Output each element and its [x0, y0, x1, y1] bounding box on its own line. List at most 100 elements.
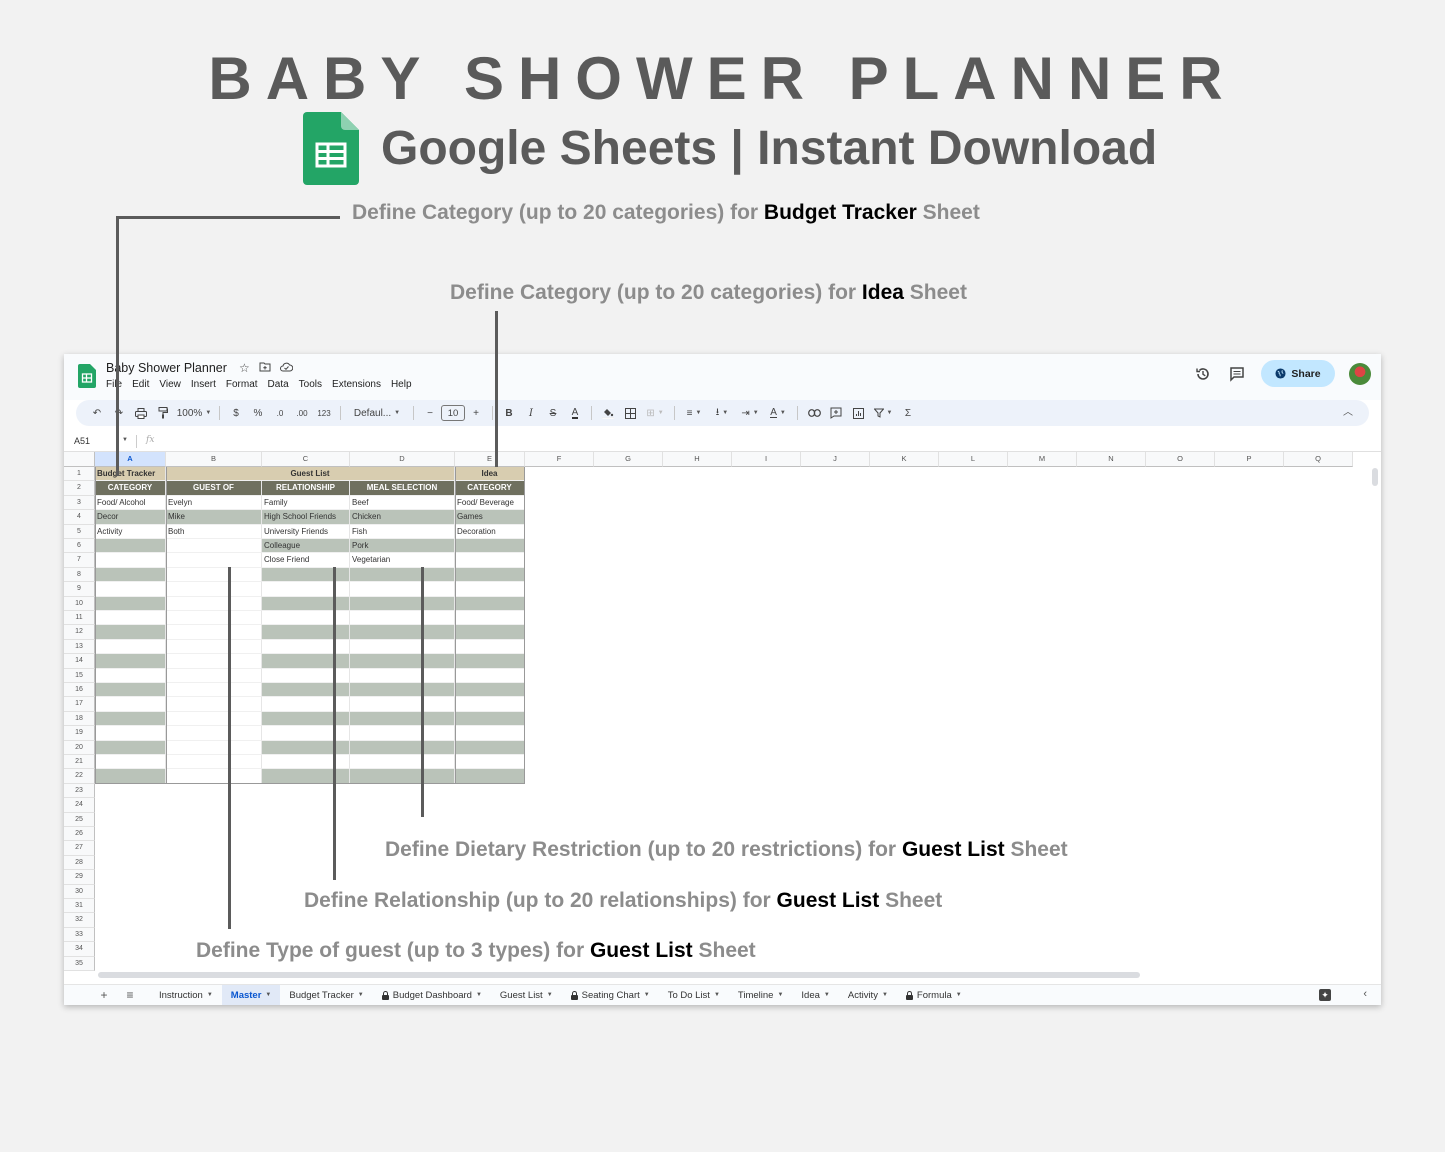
- data-cell[interactable]: [166, 611, 262, 626]
- column-header-p[interactable]: P: [1215, 452, 1284, 467]
- row-header[interactable]: 33: [64, 927, 95, 943]
- data-cell[interactable]: [166, 769, 262, 784]
- text-rotation-icon[interactable]: A ▼: [764, 403, 792, 423]
- data-cell[interactable]: [95, 639, 166, 655]
- data-cell[interactable]: [262, 697, 350, 712]
- data-cell[interactable]: [166, 582, 262, 597]
- data-cell[interactable]: Food/ Beverage: [455, 495, 525, 511]
- row-header[interactable]: 24: [64, 798, 95, 813]
- data-cell[interactable]: [95, 582, 166, 597]
- row-header[interactable]: 17: [64, 697, 95, 712]
- collapse-toolbar-icon[interactable]: ︿: [1343, 403, 1353, 418]
- data-cell[interactable]: [166, 539, 262, 554]
- menu-view[interactable]: View: [159, 379, 181, 390]
- sheet-tab-idea[interactable]: Idea ▼: [792, 985, 838, 1006]
- data-cell[interactable]: [455, 539, 525, 554]
- row-header[interactable]: 7: [64, 553, 95, 568]
- column-header-l[interactable]: L: [939, 452, 1008, 467]
- data-cell[interactable]: [166, 654, 262, 669]
- data-cell[interactable]: [455, 553, 525, 568]
- data-cell[interactable]: Pork: [350, 539, 455, 554]
- row-header[interactable]: 1: [64, 467, 95, 482]
- share-button[interactable]: Share: [1261, 360, 1335, 387]
- group-header-guest-list[interactable]: Guest List: [166, 467, 455, 482]
- data-cell[interactable]: [166, 567, 262, 583]
- data-cell[interactable]: [262, 668, 350, 683]
- document-title[interactable]: Baby Shower Planner: [106, 361, 227, 375]
- chevron-down-icon[interactable]: ▼: [265, 992, 271, 998]
- menu-help[interactable]: Help: [391, 379, 412, 390]
- currency-format-button[interactable]: $: [225, 403, 247, 423]
- column-header-o[interactable]: O: [1146, 452, 1215, 467]
- data-cell[interactable]: [262, 683, 350, 698]
- column-header-i[interactable]: I: [732, 452, 801, 467]
- data-cell[interactable]: [95, 625, 166, 640]
- column-header-n[interactable]: N: [1077, 452, 1146, 467]
- data-cell[interactable]: [262, 625, 350, 640]
- group-header-budget-tracker[interactable]: Budget Tracker: [95, 467, 166, 482]
- column-title[interactable]: CATEGORY: [455, 481, 525, 496]
- data-cell[interactable]: [95, 740, 166, 755]
- functions-icon[interactable]: Σ: [897, 403, 919, 423]
- user-avatar[interactable]: [1349, 362, 1371, 385]
- data-cell[interactable]: [455, 711, 525, 727]
- data-cell[interactable]: [262, 740, 350, 755]
- row-header[interactable]: 11: [64, 611, 95, 626]
- column-header-a[interactable]: A: [95, 452, 166, 467]
- sheet-tab-instruction[interactable]: Instruction ▼: [150, 985, 222, 1006]
- row-header[interactable]: 18: [64, 711, 95, 727]
- data-cell[interactable]: [95, 539, 166, 554]
- data-cell[interactable]: Evelyn: [166, 495, 262, 511]
- data-cell[interactable]: [350, 596, 455, 611]
- decrease-decimal-button[interactable]: .0: [269, 403, 291, 423]
- row-header[interactable]: 34: [64, 942, 95, 957]
- column-header-c[interactable]: C: [262, 452, 350, 467]
- data-cell[interactable]: [95, 697, 166, 712]
- data-cell[interactable]: [262, 755, 350, 770]
- chevron-down-icon[interactable]: ▼: [547, 992, 553, 998]
- more-formats-button[interactable]: 123: [313, 403, 335, 423]
- data-cell[interactable]: [262, 639, 350, 655]
- data-cell[interactable]: [95, 755, 166, 770]
- data-cell[interactable]: [455, 697, 525, 712]
- add-sheet-icon[interactable]: +: [94, 988, 114, 1002]
- data-cell[interactable]: [262, 567, 350, 583]
- column-title[interactable]: GUEST OF: [166, 481, 262, 496]
- insert-chart-icon[interactable]: [847, 403, 869, 423]
- column-title[interactable]: RELATIONSHIP: [262, 481, 350, 496]
- data-cell[interactable]: Both: [166, 524, 262, 539]
- data-cell[interactable]: [95, 769, 166, 784]
- data-cell[interactable]: [455, 683, 525, 698]
- borders-icon[interactable]: [619, 403, 641, 423]
- font-size-input[interactable]: 10: [441, 405, 465, 421]
- data-cell[interactable]: Family: [262, 495, 350, 511]
- row-header[interactable]: 22: [64, 769, 95, 784]
- data-cell[interactable]: Fish: [350, 524, 455, 539]
- row-header[interactable]: 28: [64, 855, 95, 871]
- row-header[interactable]: 5: [64, 524, 95, 539]
- row-header[interactable]: 31: [64, 899, 95, 914]
- data-cell[interactable]: [350, 726, 455, 741]
- increase-decimal-button[interactable]: .00: [291, 403, 313, 423]
- data-cell[interactable]: [455, 639, 525, 655]
- sheet-tab-formula[interactable]: Formula ▼: [897, 985, 971, 1006]
- data-cell[interactable]: [455, 582, 525, 597]
- row-header[interactable]: 16: [64, 683, 95, 698]
- sheets-app-icon[interactable]: [78, 364, 96, 388]
- explore-icon[interactable]: ✦: [1319, 989, 1331, 1001]
- data-cell[interactable]: [350, 697, 455, 712]
- data-cell[interactable]: [166, 711, 262, 727]
- row-header[interactable]: 35: [64, 956, 95, 971]
- data-cell[interactable]: [262, 582, 350, 597]
- data-cell[interactable]: Chicken: [350, 510, 455, 525]
- row-header[interactable]: 26: [64, 827, 95, 842]
- data-cell[interactable]: [262, 654, 350, 669]
- row-header[interactable]: 25: [64, 812, 95, 827]
- chevron-down-icon[interactable]: ▼: [714, 992, 720, 998]
- data-cell[interactable]: Decor: [95, 510, 166, 525]
- data-cell[interactable]: [455, 668, 525, 683]
- data-cell[interactable]: Games: [455, 510, 525, 525]
- data-cell[interactable]: [350, 639, 455, 655]
- sheet-tab-budget-tracker[interactable]: Budget Tracker ▼: [280, 985, 372, 1006]
- data-cell[interactable]: Vegetarian: [350, 553, 455, 568]
